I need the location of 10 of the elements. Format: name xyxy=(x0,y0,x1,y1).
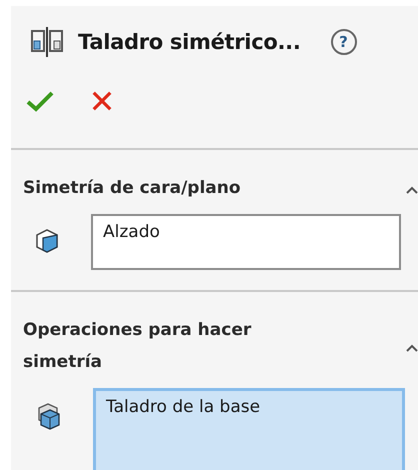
selection-list[interactable]: Taladro de la base xyxy=(93,388,405,470)
panel-title: Taladro simétrico... xyxy=(78,30,301,54)
chevron-icon[interactable] xyxy=(406,344,418,352)
mirror-hole-icon xyxy=(30,27,64,57)
chevron-icon[interactable] xyxy=(406,186,418,194)
section-title: Simetría de cara/plano xyxy=(23,177,241,200)
cube-icon xyxy=(35,228,59,254)
section-title: Operaciones para hacer simetría xyxy=(23,319,252,374)
help-button[interactable]: ? xyxy=(330,29,357,55)
selection-field[interactable]: Alzado xyxy=(91,214,401,270)
